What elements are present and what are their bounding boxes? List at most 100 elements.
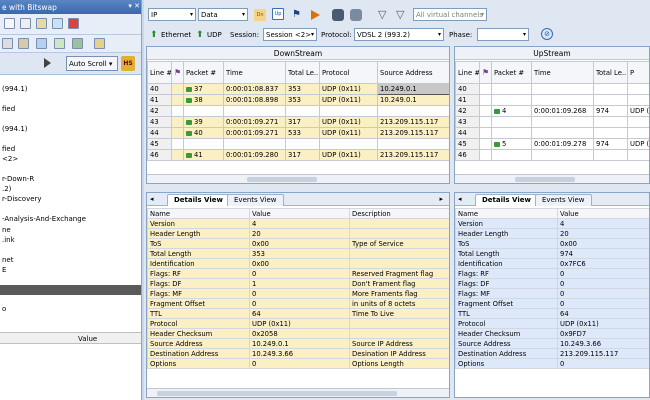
book-icon[interactable] <box>18 38 29 49</box>
hs-icon[interactable]: HS <box>121 56 135 71</box>
graph-icon[interactable] <box>72 38 83 49</box>
protocol-session-select[interactable]: VDSL 2 (993.2) ▾ <box>354 28 444 41</box>
ethernet-button[interactable]: Ethernet <box>161 31 191 39</box>
detail-row[interactable]: Version 4 <box>147 218 449 229</box>
detail-row[interactable]: Fragment Offset 0 <box>455 298 649 309</box>
detail-row[interactable]: Header Length 20 <box>147 228 449 239</box>
red-doc-icon[interactable] <box>68 18 79 29</box>
details-left-hscroll[interactable] <box>147 388 449 397</box>
tree-item[interactable]: .ink <box>2 236 15 244</box>
scroll-thumb[interactable] <box>515 177 575 182</box>
up-icon[interactable]: Up <box>272 8 284 20</box>
detail-row[interactable]: Source Address 10.249.3.66 <box>455 338 649 349</box>
tree-item[interactable]: fied <box>2 145 15 153</box>
tab-left-arrow-icon[interactable]: ◂ <box>150 195 154 203</box>
detail-row[interactable]: Protocol UDP (0x11) <box>455 318 649 329</box>
detail-row[interactable]: Flags: RF 0 Reserved Fragment flag <box>147 268 449 279</box>
detail-row[interactable]: Header Length 20 <box>455 228 649 239</box>
detail-row[interactable]: Header Checksum 0x2058 <box>147 328 449 339</box>
column-header-protocol[interactable]: Protocol <box>319 61 378 84</box>
detail-row[interactable]: Source Address 10.249.0.1 Source IP Addres… <box>147 338 449 349</box>
detail-row[interactable]: Header Checksum 0x9FD7 <box>455 328 649 339</box>
selected-tree-bar[interactable] <box>0 285 141 295</box>
detail-row[interactable]: Identification 0x7FC6 <box>455 258 649 269</box>
tree-item[interactable]: fied <box>2 105 15 113</box>
detail-row[interactable]: ToS 0x00 <box>455 238 649 249</box>
tree-item[interactable]: -Analysis-And-Exchange <box>2 215 86 223</box>
tree-item[interactable]: net <box>2 256 14 264</box>
detail-row[interactable]: Flags: DF 1 Don't Frament flag <box>147 278 449 289</box>
detail-row[interactable]: Total Length 353 <box>147 248 449 259</box>
column-header-value[interactable]: Value <box>557 208 649 219</box>
detail-row[interactable]: Protocol UDP (0x11) <box>147 318 449 329</box>
table-row[interactable]: 41 <box>455 94 649 106</box>
tree-item[interactable]: <2> <box>2 155 18 163</box>
column-header-flag[interactable]: ⚑ <box>479 61 492 84</box>
table-row[interactable]: 44 40 0:00:01:09.271 533 UDP (0x11) 213.209.1… <box>147 127 449 139</box>
column-header-description[interactable]: Description <box>349 208 449 219</box>
detail-row[interactable]: Options 0 Options Length <box>147 358 449 369</box>
tree-item[interactable]: o <box>2 305 6 313</box>
tree-item[interactable]: (994.1) <box>2 125 28 133</box>
detail-row[interactable]: ToS 0x00 Type of Service <box>147 238 449 249</box>
filter-icon[interactable]: ▽ <box>378 9 390 21</box>
tree-item[interactable]: ne <box>2 226 11 234</box>
detail-row[interactable]: TTL 64 <box>455 308 649 319</box>
detail-row[interactable]: Flags: RF 0 <box>455 268 649 279</box>
tab-right-arrow-icon[interactable]: ▸ <box>439 195 443 203</box>
table-row[interactable]: 46 41 0:00:01:09.280 317 UDP (0x11) 213.209.1… <box>147 149 449 161</box>
table-row[interactable]: 43 <box>455 116 649 128</box>
column-header-protocol[interactable]: P <box>627 61 649 84</box>
table-row[interactable]: 45 5 0:00:01:09.278 974 UDP ( <box>455 138 649 150</box>
settings-icon[interactable]: ⊘ <box>541 28 553 40</box>
sheet-icon[interactable] <box>4 18 15 29</box>
column-header-time[interactable]: Time <box>223 61 286 84</box>
folder-icon[interactable] <box>94 38 105 49</box>
detail-row[interactable]: Version 4 <box>455 218 649 229</box>
tree-item[interactable]: .2) <box>2 185 11 193</box>
tree-item[interactable]: (994.1) <box>2 85 28 93</box>
table-row[interactable]: 40 <box>455 83 649 95</box>
table-row[interactable]: 45 <box>147 138 449 150</box>
table-row[interactable]: 42 <box>147 105 449 117</box>
tab-details-view[interactable]: Details View <box>475 194 538 206</box>
print-icon[interactable] <box>36 18 47 29</box>
window-controls[interactable]: ▾ ✕ <box>128 2 140 10</box>
downstream-hscroll[interactable] <box>147 174 449 183</box>
column-header-length[interactable]: Total Le... <box>593 61 628 84</box>
binoculars-plus-icon[interactable] <box>350 9 362 21</box>
scroll-thumb[interactable] <box>157 391 397 396</box>
check-doc-icon[interactable] <box>52 18 63 29</box>
table-row[interactable]: 46 <box>455 149 649 161</box>
tab-details-view[interactable]: Details View <box>167 194 230 206</box>
channels-select[interactable]: All virtual channels ▾ <box>413 8 487 21</box>
detail-row[interactable]: Options 0 <box>455 358 649 369</box>
chart-icon[interactable] <box>36 38 47 49</box>
tree-item[interactable]: r-Discovery <box>2 195 42 203</box>
table-row[interactable]: 43 39 0:00:01:09.271 317 UDP (0x11) 213.209.1… <box>147 116 449 128</box>
doc-icon[interactable] <box>20 18 31 29</box>
forward-icon[interactable] <box>311 10 320 20</box>
table-row[interactable]: 41 38 0:00:01:08.898 353 UDP (0x11) 10.249.0.… <box>147 94 449 106</box>
column-header-time[interactable]: Time <box>531 61 594 84</box>
detail-row[interactable]: Total Length 974 <box>455 248 649 259</box>
column-header-flag[interactable]: ⚑ <box>171 61 184 84</box>
detail-row[interactable]: Identification 0x00 <box>147 258 449 269</box>
dn-icon[interactable]: Dn <box>254 9 266 21</box>
export-icon[interactable] <box>54 38 65 49</box>
column-header-source[interactable]: Source Address <box>377 61 449 84</box>
protocol-select[interactable]: IP ▾ <box>148 8 196 21</box>
data-select[interactable]: Data ▾ <box>198 8 248 21</box>
tab-left-arrow-icon[interactable]: ◂ <box>458 195 462 203</box>
tool-icon[interactable] <box>2 38 13 49</box>
tree-item[interactable]: r-Down-R <box>2 175 34 183</box>
detail-row[interactable]: Destination Address 213.209.115.117 <box>455 348 649 359</box>
filter-edit-icon[interactable]: ▽ <box>396 9 408 21</box>
auto-scroll-button[interactable]: Auto Scroll ▾ <box>66 56 118 71</box>
column-header-length[interactable]: Total Le... <box>285 61 320 84</box>
binoculars-icon[interactable] <box>332 9 344 21</box>
tab-events-view[interactable]: Events View <box>227 194 284 206</box>
flag-icon[interactable]: ⚑ <box>292 9 304 21</box>
table-row[interactable]: 40 37 0:00:01:08.837 353 UDP (0x11) 10.249.0.… <box>147 83 449 95</box>
column-header-line[interactable]: Line # <box>147 61 172 84</box>
